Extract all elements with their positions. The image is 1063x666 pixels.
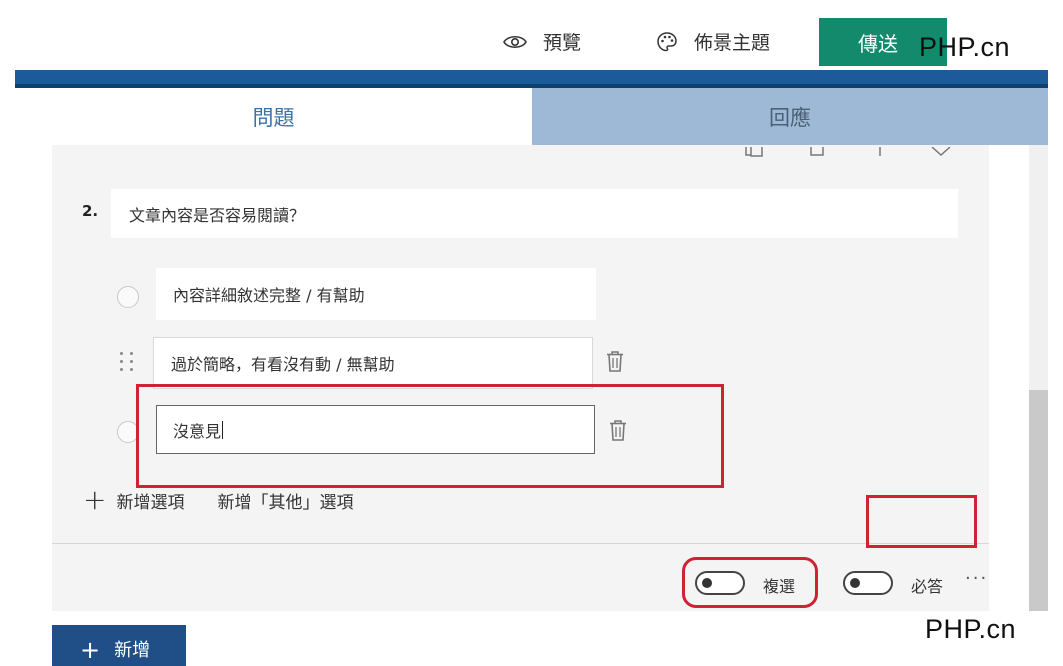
palette-icon (657, 31, 677, 51)
delete-icon[interactable] (808, 147, 826, 157)
tab-questions[interactable]: 問題 (15, 88, 532, 145)
new-question-label: 新增 (114, 640, 151, 661)
theme-button[interactable]: 佈景主題 (656, 28, 770, 55)
preview-button[interactable]: 預覽 (503, 28, 581, 55)
tab-responses-label: 回應 (769, 105, 811, 130)
watermark-bottom: PHP.cn (925, 614, 1017, 644)
add-other-option-button[interactable]: 新增「其他」選項 (217, 488, 353, 513)
theme-label: 佈景主題 (694, 32, 771, 54)
copy-icon[interactable] (745, 147, 765, 157)
watermark-top: PHP.cn (919, 32, 1011, 62)
plus-icon: + (83, 483, 107, 516)
new-question-button[interactable]: + 新增 (52, 625, 186, 666)
move-down-icon[interactable] (930, 147, 952, 157)
highlight-box-empty (866, 495, 977, 548)
option-text-1: 內容詳細敘述完整 / 有幫助 (173, 286, 365, 305)
eye-icon (503, 35, 527, 48)
question-title: 文章內容是否容易閱讀？ (129, 205, 306, 225)
tab-bar: 問題 回應 (15, 88, 1048, 145)
question-number: 2. (82, 202, 99, 220)
top-bar: 預覽 佈景主題 傳送 (0, 0, 1063, 70)
move-up-icon[interactable] (876, 147, 884, 157)
card-divider (52, 543, 989, 544)
question-title-field[interactable]: 文章內容是否容易閱讀？ (111, 189, 958, 238)
drag-handle-icon[interactable] (120, 352, 134, 371)
highlight-box-option (136, 384, 724, 488)
send-label: 傳送 (858, 31, 898, 56)
highlight-box-toggle (682, 557, 818, 608)
option-radio-1[interactable] (117, 286, 139, 308)
add-option-button[interactable]: 新增選項 (116, 488, 184, 513)
preview-label: 預覽 (543, 32, 582, 54)
required-toggle[interactable] (843, 571, 893, 595)
option-field-1[interactable]: 內容詳細敘述完整 / 有幫助 (156, 268, 596, 320)
add-option-row: + 新增選項 新增「其他」選項 (83, 486, 353, 514)
option-field-2[interactable]: 過於簡略，有看沒有動 / 無幫助 (153, 337, 593, 389)
plus-icon: + (80, 636, 101, 664)
required-label: 必答 (911, 577, 944, 596)
more-options-icon[interactable]: ··· (965, 568, 988, 589)
tab-responses[interactable]: 回應 (532, 88, 1048, 145)
tab-questions-label: 問題 (252, 105, 295, 130)
option-text-2: 過於簡略，有看沒有動 / 無幫助 (171, 355, 395, 374)
trash-icon[interactable] (606, 351, 624, 372)
scrollbar-thumb[interactable] (1029, 390, 1048, 611)
accent-bar (15, 70, 1048, 88)
